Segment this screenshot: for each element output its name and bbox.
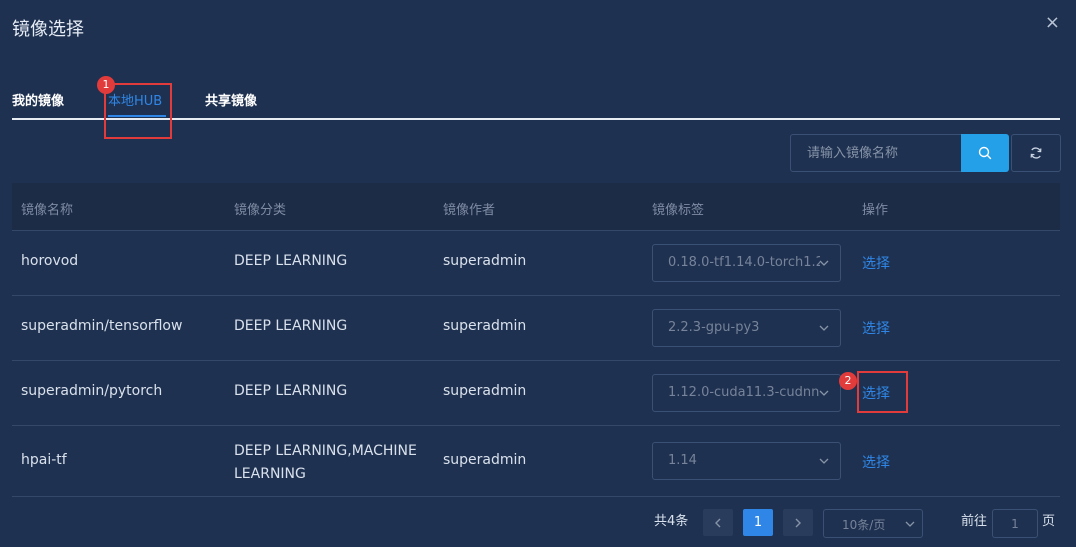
image-author: superadmin [443,318,527,334]
table-header: 镜像名称 镜像分类 镜像作者 镜像标签 操作 [12,183,1060,231]
annotation-marker-2: 2 [839,372,857,390]
image-table: 镜像名称 镜像分类 镜像作者 镜像标签 操作 horovod DEEP LEAR… [12,183,1060,497]
image-name: superadmin/pytorch [21,383,163,399]
search-icon [978,146,992,160]
refresh-icon [1030,147,1042,159]
refresh-button[interactable] [1011,134,1061,172]
header-image-category: 镜像分类 [234,203,287,218]
table-row: hpai-tf DEEP LEARNING,MACHINE LEARNING s… [12,426,1060,497]
table-row: horovod DEEP LEARNING superadmin 0.18.0-… [12,231,1060,296]
tag-select-value: 2.2.3-gpu-py3 [668,320,760,335]
page-number-button[interactable]: 1 [743,509,773,536]
goto-label: 前往 [961,514,988,529]
select-button[interactable]: 选择 [862,318,890,338]
header-image-author: 镜像作者 [443,203,496,218]
chevron-down-icon [819,390,829,396]
image-name: horovod [21,253,79,269]
chevron-down-icon [819,458,829,464]
tab-my-images[interactable]: 我的镜像 [12,90,64,109]
image-author: superadmin [443,253,527,269]
image-category: DEEP LEARNING [234,253,348,269]
image-category: DEEP LEARNING [234,383,348,399]
chevron-left-icon [715,518,721,528]
image-select-dialog: 镜像选择 × 我的镜像 本地HUB 共享镜像 1 镜像名称 镜像分类 镜像作者 … [0,0,1076,547]
chevron-right-icon [795,518,801,528]
annotation-box-2 [857,371,908,413]
search-button[interactable] [961,134,1009,172]
prev-page-button[interactable] [703,509,733,536]
tag-select[interactable]: 1.12.0-cuda11.3-cudnn [652,374,841,412]
chevron-down-icon [905,521,915,527]
image-author: superadmin [443,383,527,399]
close-icon[interactable]: × [1045,12,1060,33]
image-category: DEEP LEARNING [234,318,348,334]
next-page-button[interactable] [783,509,813,536]
search-input[interactable] [791,135,959,171]
search-field [790,134,962,172]
annotation-marker-1: 1 [97,76,115,94]
chevron-down-icon [819,260,829,266]
image-name: hpai-tf [21,452,67,468]
image-category-line: DEEP LEARNING,MACHINE [234,443,417,459]
pagination-total: 共4条 [654,514,689,529]
chevron-down-icon [819,325,829,331]
image-category: DEEP LEARNING,MACHINE LEARNING [234,440,434,486]
page-size-select[interactable]: 10条/页 [823,509,923,538]
image-name: superadmin/tensorflow [21,318,183,334]
tab-shared-images[interactable]: 共享镜像 [205,90,257,109]
header-image-tag: 镜像标签 [652,203,705,218]
tag-select-value: 1.12.0-cuda11.3-cudnn [668,385,820,400]
image-category-line: LEARNING [234,466,306,482]
image-author: superadmin [443,452,527,468]
table-row: superadmin/tensorflow DEEP LEARNING supe… [12,296,1060,361]
tag-select-value: 0.18.0-tf1.14.0-torch1.2 [668,255,820,270]
tag-select[interactable]: 2.2.3-gpu-py3 [652,309,841,347]
header-action: 操作 [862,203,889,218]
select-button[interactable]: 选择 [862,253,890,273]
goto-page-input[interactable] [992,509,1038,538]
page-size-value: 10条/页 [842,518,886,532]
annotation-box-1 [104,83,172,139]
goto-suffix: 页 [1042,514,1056,529]
dialog-title: 镜像选择 [12,19,84,40]
tag-select[interactable]: 0.18.0-tf1.14.0-torch1.2 [652,244,841,282]
select-button[interactable]: 选择 [862,452,890,472]
header-image-name: 镜像名称 [21,203,74,218]
tag-select-value: 1.14 [668,453,697,468]
tag-select[interactable]: 1.14 [652,442,841,480]
